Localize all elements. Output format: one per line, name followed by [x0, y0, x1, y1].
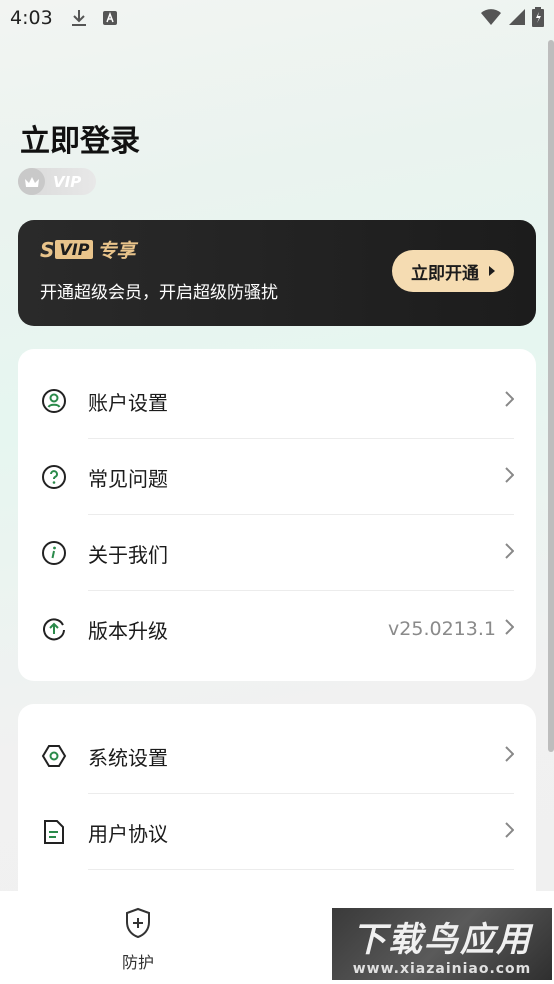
chevron-right-icon: [504, 543, 515, 563]
watermark-title: 下载鸟应用: [352, 919, 532, 960]
menu-item-label: 系统设置: [88, 745, 168, 770]
menu-item-version-upgrade[interactable]: 版本升级 v25.0213.1: [18, 591, 536, 667]
menu-item-system-settings[interactable]: 系统设置: [18, 718, 536, 794]
activate-svip-button[interactable]: 立即开通: [392, 250, 514, 292]
menu-item-label: 常见问题: [88, 466, 168, 491]
vip-badge[interactable]: VIP: [18, 168, 96, 195]
menu-item-label: 关于我们: [88, 542, 168, 567]
menu-item-user-agreement[interactable]: 用户协议: [18, 794, 536, 870]
chevron-right-icon: [504, 822, 515, 842]
crown-icon: [18, 168, 45, 195]
menu-item-about-us[interactable]: 关于我们: [18, 515, 536, 591]
chevron-right-icon: [504, 619, 515, 639]
wifi-icon: [480, 8, 502, 30]
svip-title-exclusive: 专享: [97, 240, 136, 262]
account-icon: [40, 387, 68, 415]
nav-tab-protect-label: 防护: [121, 953, 154, 972]
version-value: v25.0213.1: [388, 618, 496, 640]
info-icon: [40, 539, 68, 567]
chevron-right-icon: [504, 467, 515, 487]
login-title[interactable]: 立即登录: [20, 116, 140, 160]
status-time: 4:03: [10, 7, 53, 29]
vip-badge-label: VIP: [53, 172, 82, 191]
scrollbar[interactable]: [548, 40, 554, 752]
battery-icon: [532, 7, 544, 31]
menu-item-label: 用户协议: [88, 821, 168, 846]
document-icon: [40, 818, 68, 846]
svip-title-vip: VIP: [55, 240, 94, 259]
svip-subtitle: 开通超级会员，开启超级防骚扰: [40, 283, 278, 303]
play-arrow-icon: [489, 266, 495, 276]
divider: [88, 869, 514, 870]
svip-title: S VIP 专享: [40, 236, 135, 263]
watermark-url: www.xiazainiao.com: [352, 960, 532, 977]
download-icon: [70, 8, 88, 32]
watermark-logo: 下载鸟应用 www.xiazainiao.com: [332, 908, 552, 980]
shield-plus-icon: [123, 907, 153, 943]
chevron-right-icon: [504, 391, 515, 411]
svip-promo-card[interactable]: S VIP 专享 开通超级会员，开启超级防骚扰 立即开通: [18, 220, 536, 326]
nav-tab-protect[interactable]: 防护: [98, 907, 178, 973]
svip-title-s: S: [40, 237, 55, 262]
upgrade-icon: [40, 615, 68, 643]
chevron-right-icon: [504, 746, 515, 766]
signal-icon: [508, 8, 526, 30]
menu-card-account: 账户设置 常见问题 关于我们 版本升级 v25.0213.1: [18, 349, 536, 681]
menu-item-label: 账户设置: [88, 390, 168, 415]
menu-item-faq[interactable]: 常见问题: [18, 439, 536, 515]
status-bar: 4:03: [0, 0, 554, 40]
activate-svip-button-label: 立即开通: [411, 263, 479, 284]
question-icon: [40, 463, 68, 491]
menu-item-account-settings[interactable]: 账户设置: [18, 363, 536, 439]
menu-item-label: 版本升级: [88, 618, 168, 643]
settings-icon: [40, 742, 68, 770]
keyboard-a-icon: [102, 10, 118, 30]
